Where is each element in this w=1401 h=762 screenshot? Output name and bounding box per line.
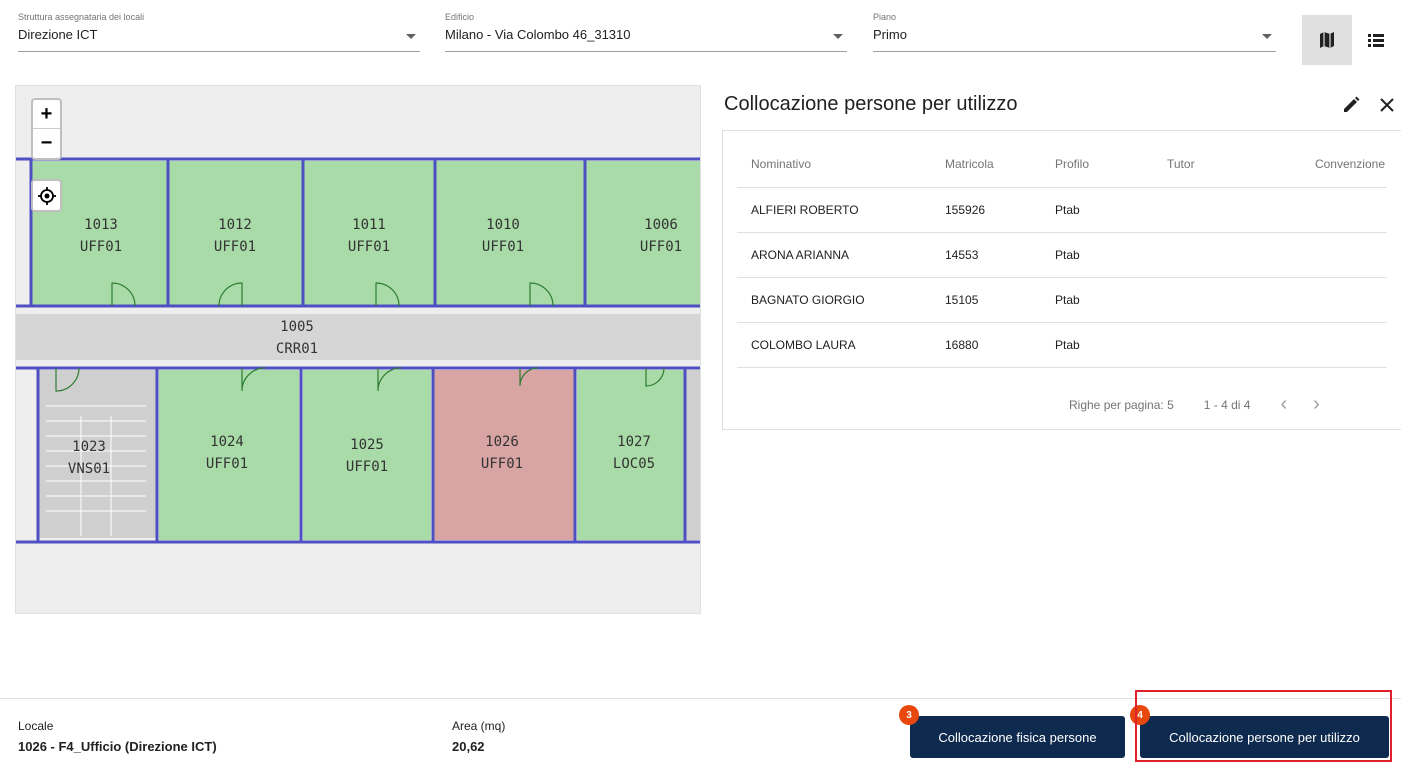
cell-tutor [1167,232,1277,278]
room-label-1011: 1011 UFF01 [347,217,391,255]
locate-button[interactable] [33,181,60,210]
panel-title: Collocazione persone per utilizzo [724,93,1018,115]
table-header-row: Nominativo Matricola Profilo Tutor Conve… [737,141,1387,188]
room-label-1023: 1023 VNS01 [67,439,111,477]
floor-map[interactable]: 1013 UFF01 1012 UFF01 1011 UFF01 1010 UFF01 … [15,85,701,614]
cell-convenzione [1277,232,1387,278]
struttura-label: Struttura assegnataria dei locali [18,12,145,22]
highlight-box [1135,690,1392,762]
table-row[interactable]: COLOMBO LAURA 16880 Ptab [737,322,1387,368]
people-table: Nominativo Matricola Profilo Tutor Conve… [737,141,1387,368]
cell-tutor [1167,277,1277,323]
cell-matricola: 16880 [945,322,1055,368]
col-convenzione[interactable]: Convenzione [1277,141,1387,188]
list-view-button[interactable] [1352,15,1401,65]
table-row[interactable]: ARONA ARIANNA 14553 Ptab [737,232,1387,278]
room-label-1013: 1013 UFF01 [79,217,123,255]
room-1005[interactable] [16,314,701,360]
table-row[interactable]: BAGNATO GIORGIO 15105 Ptab [737,277,1387,323]
locale-value: 1026 - F4_Ufficio (Direzione ICT) [18,739,217,754]
filter-bar: Struttura assegnataria dei locali Direzi… [0,0,1401,70]
zoom-control: + − [31,98,62,160]
cell-nominativo: ARONA ARIANNA [737,232,945,278]
piano-label: Piano [873,12,897,22]
cell-profilo: Ptab [1055,187,1167,233]
paginator: Righe per pagina: 5 1 - 4 di 4 ‹ › [1069,393,1320,416]
pencil-icon[interactable] [1341,95,1361,115]
area-label: Area (mq) [452,719,506,733]
cell-tutor [1167,322,1277,368]
col-nominativo[interactable]: Nominativo [737,141,945,188]
room-label-1012: 1012 UFF01 [213,217,257,255]
chevron-down-icon [833,34,843,39]
locate-icon [37,186,56,205]
zoom-in-button[interactable]: + [33,100,60,129]
close-icon[interactable] [1379,97,1395,113]
edificio-value: Milano - Via Colombo 46_31310 [445,27,631,42]
area-info: Area (mq) 20,62 [452,719,505,754]
room-label-1027: 1027 LOC05 [612,434,656,472]
cell-nominativo: COLOMBO LAURA [737,322,945,368]
page-range: 1 - 4 di 4 [1203,397,1251,412]
collocazione-fisica-button[interactable]: Collocazione fisica persone [910,716,1125,758]
cell-matricola: 15105 [945,277,1055,323]
cell-nominativo: BAGNATO GIORGIO [737,277,945,323]
col-tutor[interactable]: Tutor [1167,141,1277,188]
map-view-button[interactable] [1302,15,1352,65]
people-table-card: Nominativo Matricola Profilo Tutor Conve… [722,130,1401,430]
list-icon [1368,34,1385,47]
room-label-1010: 1010 UFF01 [481,217,525,255]
room-label-1006: 1006 UFF01 [639,217,683,255]
col-matricola[interactable]: Matricola [945,141,1055,188]
cell-matricola: 155926 [945,187,1055,233]
cell-matricola: 14553 [945,232,1055,278]
cell-convenzione [1277,277,1387,323]
locale-info: Locale 1026 - F4_Ufficio (Direzione ICT) [18,719,217,754]
rows-per-page[interactable]: Righe per pagina: 5 [1069,398,1174,412]
chevron-down-icon [1262,34,1272,39]
cell-profilo: Ptab [1055,232,1167,278]
col-profilo[interactable]: Profilo [1055,141,1167,188]
cell-convenzione [1277,322,1387,368]
panel-actions [1341,95,1395,115]
step-badge-3: 3 [899,705,919,725]
cell-nominativo: ALFIERI ROBERTO [737,187,945,233]
next-page-button[interactable]: › [1313,393,1320,416]
prev-page-button[interactable]: ‹ [1280,393,1287,416]
room-label-1024: 1024 UFF01 [205,434,249,472]
cell-convenzione [1277,187,1387,233]
piano-select[interactable]: Piano Primo [873,12,1276,52]
view-toggle [1302,15,1401,65]
chevron-down-icon [406,34,416,39]
piano-value: Primo [873,27,907,42]
map-icon [1319,32,1334,48]
table-row[interactable]: ALFIERI ROBERTO 155926 Ptab [737,187,1387,233]
struttura-select[interactable]: Struttura assegnataria dei locali Direzi… [18,12,420,52]
room-label-1026: 1026 UFF01 [480,434,524,472]
edificio-select[interactable]: Edificio Milano - Via Colombo 46_31310 [445,12,847,52]
cell-profilo: Ptab [1055,277,1167,323]
cell-profilo: Ptab [1055,322,1167,368]
room-label-1005: 1005 CRR01 [275,319,319,357]
cell-tutor [1167,187,1277,233]
floor-plan [16,157,701,544]
zoom-out-button[interactable]: − [33,129,60,158]
struttura-value: Direzione ICT [18,27,98,42]
locate-control [31,179,62,212]
area-value: 20,62 [452,739,485,754]
room-label-1025: 1025 UFF01 [345,437,389,475]
room-partial [685,370,700,540]
locale-label: Locale [18,719,54,733]
edificio-label: Edificio [445,12,475,22]
